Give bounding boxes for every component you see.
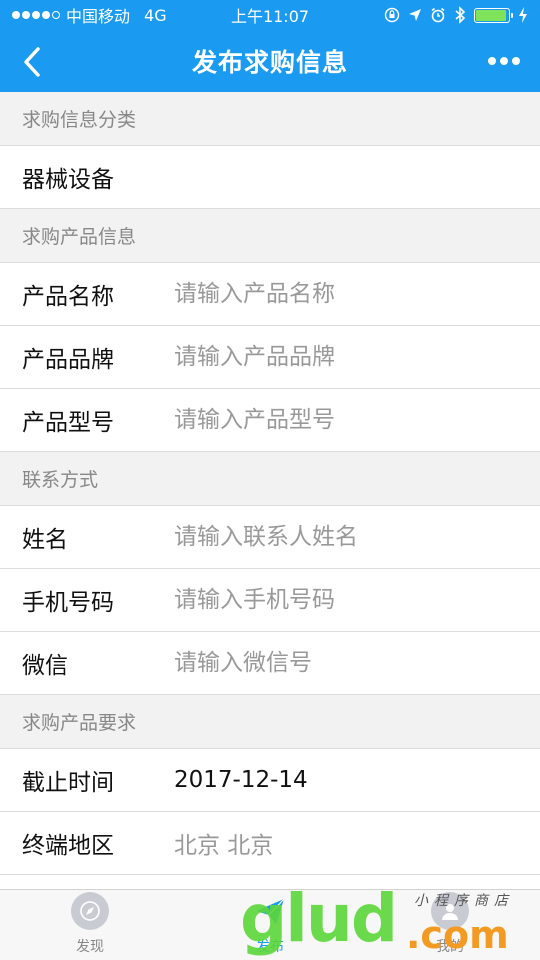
page-title: 发布求购信息 (191, 48, 348, 77)
tab-label: 我的 (436, 939, 464, 955)
section-header-contact: 联系方式 (0, 452, 540, 506)
section-header-category: 求购信息分类 (0, 92, 540, 146)
contact-name-label: 姓名 (22, 527, 68, 553)
section-header-product: 求购产品信息 (0, 209, 540, 263)
wechat-row: 微信 (0, 632, 540, 695)
more-options-button[interactable] (480, 44, 528, 78)
product-brand-row: 产品品牌 (0, 326, 540, 389)
deadline-value: 2017-12-14 (174, 767, 308, 793)
signal-strength-icon (12, 11, 60, 19)
tab-label: 发布 (256, 939, 284, 955)
region-value: 北京 北京 (174, 833, 274, 859)
battery-icon (474, 7, 513, 23)
more-dot-icon (488, 57, 496, 65)
category-value: 器械设备 (22, 167, 114, 193)
compass-icon (71, 892, 109, 930)
orientation-lock-icon (384, 7, 400, 23)
navigation-bar: 发布求购信息 (0, 30, 540, 92)
carrier-name: 中国移动 (66, 7, 131, 26)
phone-input[interactable] (174, 587, 504, 613)
location-icon (409, 9, 421, 21)
product-name-input[interactable] (174, 281, 504, 307)
more-dot-icon (500, 57, 508, 65)
contact-name-input[interactable] (174, 524, 504, 550)
tab-label: 发现 (76, 939, 104, 955)
alarm-icon (431, 7, 445, 23)
charging-icon (519, 7, 527, 23)
product-model-input[interactable] (174, 407, 504, 433)
next-row-partial (0, 875, 540, 889)
product-model-label: 产品型号 (22, 410, 114, 436)
tab-discover[interactable]: 发现 (0, 890, 180, 960)
bluetooth-icon (455, 6, 466, 24)
send-icon (251, 892, 289, 930)
deadline-label: 截止时间 (22, 770, 114, 796)
form-content[interactable]: 求购信息分类 器械设备 求购产品信息 产品名称 产品品牌 产品型号 联系方式 姓… (0, 92, 540, 889)
status-bar: 中国移动 4G 上午11:07 (0, 0, 540, 30)
user-icon (431, 892, 469, 930)
contact-name-row: 姓名 (0, 506, 540, 569)
tab-bar: 发现 发布 我的 (0, 889, 540, 960)
tab-mine[interactable]: 我的 (360, 890, 540, 960)
wechat-label: 微信 (22, 653, 68, 679)
product-brand-label: 产品品牌 (22, 347, 114, 373)
category-row[interactable]: 器械设备 (0, 146, 540, 209)
wechat-input[interactable] (174, 650, 504, 676)
product-brand-input[interactable] (174, 344, 504, 370)
chevron-left-icon (24, 47, 40, 77)
network-type: 4G (144, 5, 167, 25)
product-name-label: 产品名称 (22, 284, 114, 310)
tab-publish[interactable]: 发布 (180, 890, 360, 960)
deadline-row[interactable]: 截止时间 2017-12-14 (0, 749, 540, 812)
product-model-row: 产品型号 (0, 389, 540, 452)
product-name-row: 产品名称 (0, 263, 540, 326)
phone-row: 手机号码 (0, 569, 540, 632)
phone-label: 手机号码 (22, 590, 114, 616)
back-button[interactable] (10, 40, 54, 84)
region-label: 终端地区 (22, 833, 114, 859)
section-header-requirements: 求购产品要求 (0, 695, 540, 749)
region-row[interactable]: 终端地区 北京 北京 (0, 812, 540, 875)
more-dot-icon (512, 57, 520, 65)
